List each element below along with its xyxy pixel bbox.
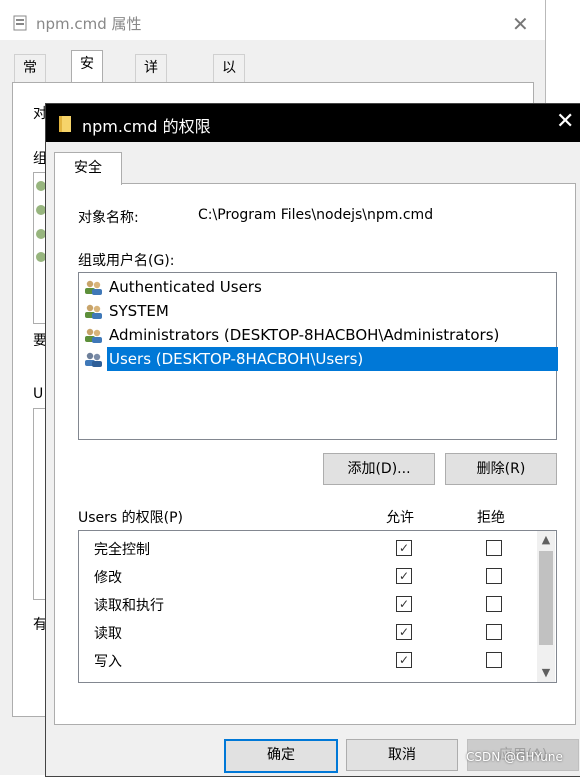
permissions-scrollbar[interactable]: ▲ ▼ (537, 531, 555, 682)
permission-row: 完全控制 ✓ (79, 534, 537, 562)
permission-name: 写入 (94, 654, 122, 670)
deny-checkbox[interactable] (486, 624, 502, 640)
user-name: SYSTEM (109, 302, 169, 320)
permission-name: 完全控制 (94, 542, 150, 558)
allow-checkbox[interactable]: ✓ (396, 624, 412, 640)
users-icon (85, 352, 102, 367)
dialog-title: npm.cmd 的权限 (82, 117, 211, 136)
file-icon (13, 15, 27, 31)
allow-checkbox[interactable]: ✓ (396, 540, 412, 556)
group-or-user-label: 组或用户名(G): (78, 253, 175, 269)
users-icon (85, 328, 102, 343)
perm-label-fragment: U (33, 386, 44, 402)
permission-row: 读取和执行 ✓ (79, 590, 537, 618)
deny-checkbox[interactable] (486, 596, 502, 612)
deny-checkbox[interactable] (486, 540, 502, 556)
cancel-button[interactable]: 取消 (346, 739, 458, 771)
deny-checkbox[interactable] (486, 568, 502, 584)
permissions-label: Users 的权限(P) (78, 510, 184, 526)
tab-previous-versions[interactable]: 以前的版本 (213, 54, 245, 184)
close-icon[interactable]: ✕ (556, 109, 574, 134)
tab-security[interactable]: 安全 (54, 152, 122, 185)
chevron-up-icon[interactable]: ▲ (537, 531, 555, 549)
watermark: CSDN @GHYune (466, 750, 563, 764)
users-icon (85, 304, 102, 319)
permissions-dialog: npm.cmd 的权限 ✕ 安全 对象名称: C:\Program Files\… (45, 103, 580, 777)
chevron-down-icon[interactable]: ▼ (537, 664, 555, 682)
security-panel: 对象名称: C:\Program Files\nodejs\npm.cmd 组或… (54, 183, 576, 725)
deny-checkbox[interactable] (486, 652, 502, 668)
users-icon (85, 280, 102, 295)
properties-title: npm.cmd 属性 (36, 15, 142, 33)
dialog-titlebar: npm.cmd 的权限 ✕ (46, 104, 580, 142)
permission-row: 修改 ✓ (79, 562, 537, 590)
allow-checkbox[interactable]: ✓ (396, 596, 412, 612)
remove-button[interactable]: 删除(R) (445, 453, 557, 485)
object-name-label: 对象名称: (78, 210, 139, 226)
permissions-list[interactable]: 完全控制 ✓ 修改 ✓ 读取和执行 ✓ 读取 ✓ 写入 ✓ ▲ ▼ (78, 530, 557, 683)
close-icon[interactable]: ✕ (512, 12, 529, 36)
allow-checkbox[interactable]: ✓ (396, 652, 412, 668)
object-name-value: C:\Program Files\nodejs\npm.cmd (198, 207, 434, 223)
user-name: Users (DESKTOP-8HACBOH\Users) (107, 347, 558, 371)
deny-header: 拒绝 (477, 510, 505, 526)
permission-name: 读取 (94, 626, 122, 642)
allow-checkbox[interactable]: ✓ (396, 568, 412, 584)
user-name: Administrators (DESKTOP-8HACBOH\Administ… (109, 326, 500, 344)
tab-details[interactable]: 详细信息 (135, 54, 167, 157)
tab-general[interactable]: 常规 (14, 54, 46, 103)
permission-row: 读取 ✓ (79, 618, 537, 646)
users-listbox[interactable]: Authenticated Users SYSTEM Administrator… (78, 272, 558, 440)
permission-name: 读取和执行 (94, 598, 164, 614)
permission-row: 写入 ✓ (79, 646, 537, 674)
properties-titlebar: npm.cmd 属性 ✕ (0, 6, 545, 40)
add-button[interactable]: 添加(D)... (323, 453, 435, 485)
tab-security[interactable]: 安全 (71, 50, 103, 99)
allow-header: 允许 (386, 510, 414, 526)
user-name: Authenticated Users (109, 278, 262, 296)
scrollbar-thumb[interactable] (539, 551, 553, 645)
ok-button[interactable]: 确定 (224, 739, 338, 773)
permission-name: 修改 (94, 570, 122, 586)
document-icon (59, 116, 71, 132)
